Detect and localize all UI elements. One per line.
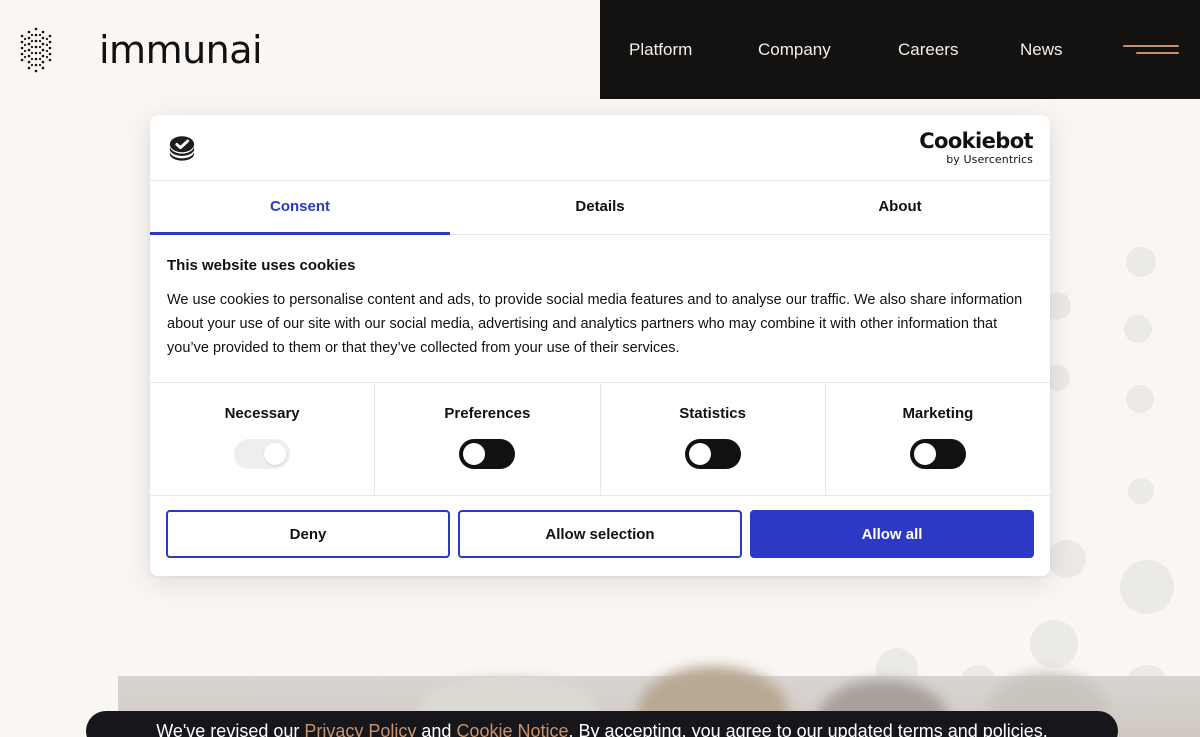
privacy-banner-prefix: We've revised our [156,720,305,737]
toggle-knob [264,443,287,465]
toggle-preferences[interactable] [459,439,516,469]
category-label: Statistics [679,405,746,422]
bg-circle [1126,247,1156,277]
cookie-check-icon [169,135,195,161]
privacy-banner-middle: and [416,720,457,737]
toggle-necessary [234,439,291,469]
bg-circle [1120,560,1174,614]
site-header: immunai Platform Company Careers News [0,0,1200,99]
cookie-notice-link[interactable]: Cookie Notice [456,721,568,737]
dialog-heading: This website uses cookies [167,257,356,274]
cookie-consent-dialog: Cookiebot by Usercentrics Consent Detail… [150,115,1050,576]
cookiebot-subtitle: by Usercentrics [946,152,1033,166]
dialog-actions: Deny Allow selection Allow all [150,496,1050,576]
dialog-tabs: Consent Details About [150,181,1050,235]
toggle-statistics[interactable] [684,439,741,469]
dialog-topbar: Cookiebot by Usercentrics [150,115,1050,181]
nav-item-careers[interactable]: Careers [898,40,958,60]
immunai-logo-icon[interactable] [14,26,58,74]
toggle-knob [913,443,936,465]
main-navigation: Platform Company Careers News [600,0,1200,99]
nav-item-platform[interactable]: Platform [629,40,692,60]
toggle-knob [463,443,486,465]
bg-circle [1030,620,1078,668]
category-statistics: Statistics [601,383,826,495]
brand-wordmark[interactable]: immunai [99,28,263,72]
category-preferences: Preferences [375,383,601,495]
bg-circle [1126,385,1154,413]
cookie-categories: Necessary Preferences Statistics Marketi… [150,383,1050,496]
category-label: Preferences [444,405,531,422]
dialog-description: We use cookies to personalise content an… [167,292,1023,356]
hamburger-line-bottom [1136,52,1179,54]
toggle-marketing[interactable] [909,439,966,469]
bg-circle [1048,540,1086,578]
page-root: immunai Platform Company Careers News Co… [0,0,1200,737]
category-label: Marketing [902,405,974,422]
bg-circle [1124,315,1152,343]
category-marketing: Marketing [826,383,1050,495]
hamburger-menu-icon[interactable] [1123,41,1181,57]
allow-selection-button[interactable]: Allow selection [458,510,742,558]
nav-item-company[interactable]: Company [758,40,831,60]
privacy-policy-link[interactable]: Privacy Policy [304,721,416,737]
header-brand-area: immunai [0,0,600,99]
allow-all-button[interactable]: Allow all [750,510,1034,558]
privacy-update-banner: We've revised our Privacy Policy and Coo… [86,711,1118,737]
tab-consent[interactable]: Consent [150,181,450,235]
privacy-banner-text: We've revised our Privacy Policy and Coo… [156,721,1048,737]
tab-about[interactable]: About [750,181,1050,235]
hamburger-line-top [1123,45,1179,47]
cookiebot-name: Cookiebot [919,128,1033,153]
category-label: Necessary [224,405,300,422]
tab-details[interactable]: Details [450,181,750,235]
cookiebot-logo: Cookiebot by Usercentrics [919,128,1033,166]
bg-circle [1128,478,1154,504]
privacy-banner-suffix: . By accepting, you agree to our updated… [568,720,1048,737]
toggle-knob [688,443,711,465]
nav-item-news[interactable]: News [1020,40,1063,60]
dialog-body: This website uses cookies We use cookies… [150,235,1050,383]
category-necessary: Necessary [150,383,376,495]
deny-button[interactable]: Deny [166,510,450,558]
